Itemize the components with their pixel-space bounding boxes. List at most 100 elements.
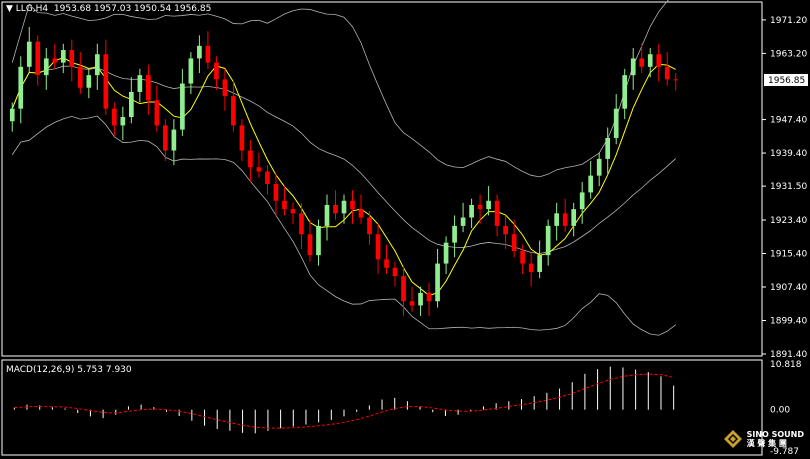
bollinger-bands xyxy=(11,0,677,336)
candle-body xyxy=(256,167,262,172)
candle-body xyxy=(18,66,24,109)
candle-body xyxy=(494,200,500,226)
candle-body xyxy=(358,209,364,218)
candle-body xyxy=(163,125,168,151)
candle-body xyxy=(375,234,381,260)
candle-body xyxy=(579,192,585,210)
candle-body xyxy=(231,96,236,126)
logo-diamond-icon xyxy=(723,430,742,448)
bollinger-upper xyxy=(11,0,669,178)
candle-body xyxy=(588,175,594,193)
candle-body xyxy=(545,225,551,256)
candle-body xyxy=(43,58,49,76)
candle-body xyxy=(137,75,143,92)
candle-body xyxy=(571,209,577,226)
candle-body xyxy=(299,213,304,235)
macd-label: MACD(12,26,9) xyxy=(6,365,75,375)
price-tick-label: 1907.40 xyxy=(770,283,807,293)
price-tick-label: 1947.40 xyxy=(770,116,807,126)
candle-body xyxy=(350,200,355,210)
candle-body xyxy=(205,45,211,63)
candle-body xyxy=(486,200,491,210)
macd-tick-label: 0.00 xyxy=(770,406,790,416)
candle-body xyxy=(477,204,483,210)
candle-body xyxy=(639,58,645,67)
candle-body xyxy=(307,234,313,256)
candle-body xyxy=(248,150,253,168)
macd-values: 5.753 7.930 xyxy=(77,365,132,375)
candle-body xyxy=(622,75,628,109)
candle-body xyxy=(60,50,66,63)
price-tick-label: 1971.20 xyxy=(770,16,807,26)
candle-body xyxy=(409,301,415,306)
logo-line-1: SINO SOUND xyxy=(746,430,804,439)
candle-body xyxy=(35,41,41,76)
candle-body xyxy=(129,91,134,118)
candle-body xyxy=(265,171,270,185)
candle-body xyxy=(367,217,372,235)
price-tick-label: 1963.20 xyxy=(770,49,807,59)
price-chart: 1971.20 1963.20 1947.40 1939.40 1931.50 1923.… xyxy=(1,0,808,457)
candle-body xyxy=(146,75,151,101)
candle-body xyxy=(282,200,287,210)
candle-body xyxy=(120,117,126,126)
candle-body xyxy=(52,58,58,63)
candle-body xyxy=(111,108,117,126)
candle-body xyxy=(69,50,75,67)
chart-header: ▼ LLG,H4 1953.68 1957.03 1950.54 1956.85 xyxy=(6,4,211,14)
macd-signal-line xyxy=(14,373,674,429)
macd-header: MACD(12,26,9) 5.753 7.930 xyxy=(6,365,132,375)
price-axis: 1971.20 1963.20 1947.40 1939.40 1931.50 1923.… xyxy=(762,16,808,360)
candle-body xyxy=(239,125,245,151)
candle-body xyxy=(86,75,92,88)
price-tick-label: 1923.40 xyxy=(770,216,807,226)
candle-body xyxy=(426,292,432,302)
candlesticks xyxy=(9,27,679,316)
price-tick-label: 1915.40 xyxy=(770,250,807,260)
sino-sound-logo: SINO SOUND 漢 聲 集 團 xyxy=(723,429,804,449)
candle-body xyxy=(418,292,423,306)
candle-body xyxy=(503,225,508,235)
candle-body xyxy=(341,200,347,214)
dropdown-arrow-icon[interactable]: ▼ xyxy=(6,4,16,14)
price-tick-label: 1939.40 xyxy=(770,149,807,159)
candle-body xyxy=(469,204,474,218)
price-tick-label: 1931.50 xyxy=(770,182,807,192)
candle-body xyxy=(520,251,525,264)
symbol-label: LLG,H4 xyxy=(15,4,49,14)
candle-body xyxy=(554,213,559,226)
candle-body xyxy=(9,108,15,122)
candle-body xyxy=(290,209,296,214)
candle-body xyxy=(562,213,568,226)
macd-tick-label: 10.818 xyxy=(770,360,802,370)
logo-line-2: 漢 聲 集 團 xyxy=(746,439,787,448)
candle-body xyxy=(103,54,109,109)
candle-body xyxy=(673,79,679,81)
candle-body xyxy=(333,204,338,214)
candle-body xyxy=(528,263,534,272)
candle-body xyxy=(401,276,406,302)
price-tick-label: 1891.40 xyxy=(770,350,807,360)
candle-body xyxy=(384,259,389,268)
candle-body xyxy=(273,184,279,201)
candle-body xyxy=(316,225,321,256)
candle-body xyxy=(324,204,330,226)
candle-body xyxy=(94,54,100,76)
candle-body xyxy=(222,79,228,97)
candle-body xyxy=(605,137,611,159)
candle-body xyxy=(392,267,398,277)
candle-body xyxy=(26,41,32,67)
bollinger-middle xyxy=(11,65,677,254)
candle-body xyxy=(647,54,653,67)
price-tick-label: 1899.40 xyxy=(770,317,807,327)
candle-body xyxy=(77,66,83,88)
candle-body xyxy=(537,255,542,272)
candle-body xyxy=(197,45,202,59)
candle-body xyxy=(613,108,619,138)
candle-body xyxy=(511,234,517,252)
candle-body xyxy=(435,263,440,302)
ma-line xyxy=(11,57,676,296)
candle-body xyxy=(596,158,602,176)
candle-body xyxy=(460,217,466,226)
candle-body xyxy=(630,58,636,76)
